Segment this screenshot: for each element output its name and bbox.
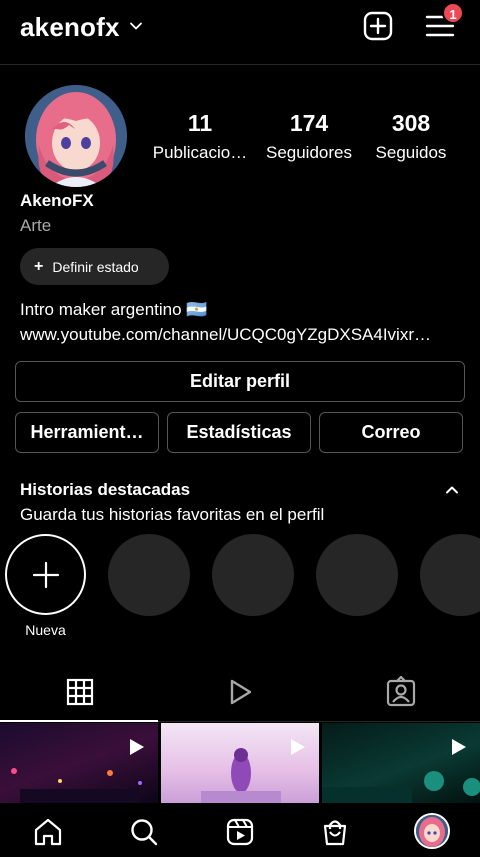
new-highlight-label: Nueva <box>25 622 66 638</box>
bottom-navigation <box>0 803 480 857</box>
tools-button[interactable]: Herramient… <box>15 412 159 453</box>
post-image <box>11 768 142 803</box>
profile-tab-avatar[interactable] <box>414 813 450 849</box>
top-bar: akenofx 1 <box>0 0 480 56</box>
chevron-up-icon[interactable] <box>443 481 461 499</box>
plus-icon: + <box>34 257 44 275</box>
active-tab-indicator <box>0 720 158 722</box>
new-highlight-button[interactable] <box>5 534 86 615</box>
highlight-placeholder <box>212 534 294 616</box>
followers-label: Seguidores <box>265 143 352 162</box>
notification-badge: 1 <box>442 2 464 24</box>
avatar-image <box>416 815 448 847</box>
reel-icon <box>130 739 144 755</box>
profile-avatar[interactable] <box>25 85 127 187</box>
avatar-image <box>25 85 127 187</box>
followers-value: 174 <box>289 110 329 136</box>
highlights-title: Historias destacadas <box>20 480 191 499</box>
post-image <box>322 771 480 803</box>
highlight-placeholder <box>316 534 398 616</box>
highlight-placeholder <box>420 534 480 616</box>
search-icon[interactable] <box>129 817 159 847</box>
highlights-subtitle: Guarda tus historias favoritas en el per… <box>20 505 325 524</box>
insights-button[interactable]: Estadísticas <box>167 412 311 453</box>
highlight-placeholder <box>108 534 190 616</box>
post-thumbnail[interactable] <box>161 723 319 803</box>
grid-icon[interactable] <box>64 676 96 708</box>
bio-link[interactable]: www.youtube.com/channel/UCQC0gYZgDXSA4Iv… <box>20 325 460 345</box>
home-icon[interactable] <box>33 817 63 847</box>
followers-count[interactable]: 174 Seguidores <box>254 110 364 163</box>
posts-count[interactable]: 11 Publicacio… <box>148 110 252 163</box>
posts-label: Publicacio… <box>152 143 248 162</box>
bio-text: Intro maker argentino 🇦🇷 <box>20 300 208 319</box>
chevron-down-icon[interactable] <box>128 18 144 34</box>
edit-profile-button[interactable]: Editar perfil <box>15 361 465 402</box>
following-count[interactable]: 308 Seguidos <box>356 110 466 163</box>
post-image <box>201 748 281 803</box>
reels-icon[interactable] <box>225 817 255 847</box>
reel-icon <box>452 739 466 755</box>
create-icon[interactable] <box>362 10 394 42</box>
reels-icon[interactable] <box>224 676 256 708</box>
email-button[interactable]: Correo <box>319 412 463 453</box>
posts-value: 11 <box>187 110 213 136</box>
username-title[interactable]: akenofx <box>20 12 120 43</box>
set-status-button[interactable]: + Definir estado <box>20 248 169 285</box>
plus-icon <box>32 561 59 588</box>
post-thumbnail[interactable] <box>322 723 480 803</box>
post-thumbnail[interactable] <box>0 723 158 803</box>
divider <box>0 64 480 65</box>
shop-icon[interactable] <box>320 817 350 847</box>
display-name: AkenoFX <box>20 191 94 210</box>
reel-icon <box>291 739 305 755</box>
profile-category: Arte <box>20 216 52 235</box>
set-status-label: Definir estado <box>52 258 139 275</box>
tagged-icon[interactable] <box>385 676 417 708</box>
following-value: 308 <box>391 110 431 136</box>
following-label: Seguidos <box>375 143 447 162</box>
